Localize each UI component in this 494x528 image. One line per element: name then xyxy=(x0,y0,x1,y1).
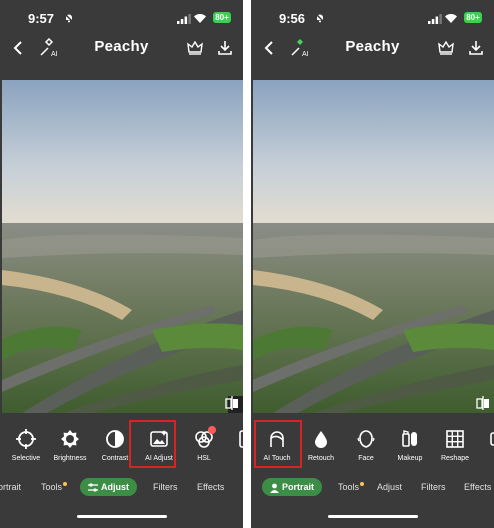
tool-partial[interactable] xyxy=(475,425,494,469)
curves-icon xyxy=(239,430,243,448)
status-time: 9:57 xyxy=(28,11,55,26)
new-badge xyxy=(208,426,216,434)
tab-effects[interactable]: Effects xyxy=(464,482,491,492)
tab-adjust[interactable]: Adjust xyxy=(377,482,402,492)
tab-label: Adjust xyxy=(101,482,129,492)
person-icon xyxy=(270,483,279,493)
tool-label: Selective xyxy=(11,455,41,462)
contrast-icon xyxy=(106,430,124,448)
phone-screen-left: 9:57 80+ AI Peachy Selective Brightness … xyxy=(0,0,243,528)
bottom-tabs: Portrait Tools Adjust Filters Effects xyxy=(251,478,494,502)
crown-icon[interactable] xyxy=(187,41,203,55)
bell-off-icon xyxy=(64,13,74,23)
tool-face[interactable]: Face xyxy=(342,425,390,469)
tool-retouch[interactable]: Retouch xyxy=(297,425,345,469)
brightness-icon xyxy=(61,430,79,448)
reshape-icon xyxy=(446,430,464,448)
tool-row: Selective Brightness Contrast AI Adjust … xyxy=(0,425,243,469)
tool-makeup[interactable]: Makeup xyxy=(386,425,434,469)
tool-curves[interactable]: Cu xyxy=(224,425,243,469)
download-icon[interactable] xyxy=(217,40,233,56)
retouch-icon xyxy=(315,431,327,448)
tab-adjust[interactable]: Adjust xyxy=(80,478,137,496)
tab-filters[interactable]: Filters xyxy=(421,482,446,492)
battery-icon: 80+ xyxy=(213,12,231,23)
tab-filters[interactable]: Filters xyxy=(153,482,178,492)
sliders-icon xyxy=(88,483,98,492)
tab-tools[interactable]: Tools xyxy=(338,482,365,492)
face-icon xyxy=(357,430,375,448)
photo-canvas[interactable] xyxy=(253,80,494,413)
tab-label: Portrait xyxy=(282,482,315,492)
battery-icon: 80+ xyxy=(464,12,482,23)
compare-icon[interactable] xyxy=(225,396,239,410)
signal-icon xyxy=(428,14,442,24)
aerial-photo xyxy=(2,80,243,413)
notification-dot xyxy=(63,482,68,486)
tool-label: Cu xyxy=(224,455,243,462)
wifi-icon xyxy=(194,14,206,23)
status-bar: 9:56 80+ xyxy=(251,0,494,36)
compare-icon[interactable] xyxy=(476,396,490,410)
photo-canvas[interactable] xyxy=(2,80,243,413)
tool-label: Brightness xyxy=(53,455,87,462)
tool-label: HSL xyxy=(197,455,211,462)
highlight-box xyxy=(254,420,302,468)
tab-label: Tools xyxy=(338,482,360,492)
tool-label: Makeup xyxy=(397,455,423,462)
signal-icon xyxy=(177,14,191,24)
selective-icon xyxy=(16,429,36,449)
aerial-photo xyxy=(253,80,494,413)
top-bar: AI Peachy xyxy=(251,36,494,60)
bottom-tabs: ortrait Tools Adjust Filters Effects xyxy=(0,478,243,502)
makeup-icon xyxy=(402,430,417,447)
tool-label: Retouch xyxy=(307,455,335,462)
notification-dot xyxy=(360,482,365,486)
tool-brightness[interactable]: Brightness xyxy=(46,425,94,469)
status-bar: 9:57 80+ xyxy=(0,0,243,36)
crown-icon[interactable] xyxy=(438,41,454,55)
tab-portrait[interactable]: Portrait xyxy=(262,478,323,496)
phone-screen-right: 9:56 80+ AI Peachy AI Touch Retouch Face… xyxy=(251,0,494,528)
home-indicator xyxy=(76,515,167,518)
home-indicator xyxy=(327,515,418,518)
tab-label: Tools xyxy=(41,482,63,492)
app-title: Peachy xyxy=(345,38,400,55)
partial-tool-icon xyxy=(490,432,494,446)
tool-reshape[interactable]: Reshape xyxy=(431,425,479,469)
app-title: Peachy xyxy=(94,38,149,55)
tool-hsl[interactable]: HSL xyxy=(180,425,228,469)
tab-effects[interactable]: Effects xyxy=(197,482,224,492)
highlight-box xyxy=(129,420,176,468)
download-icon[interactable] xyxy=(468,40,484,56)
tab-portrait[interactable]: ortrait xyxy=(0,482,21,492)
top-bar: AI Peachy xyxy=(0,36,243,60)
bell-off-icon xyxy=(315,13,325,23)
tool-selective[interactable]: Selective xyxy=(2,425,50,469)
wifi-icon xyxy=(445,14,457,23)
tool-label: Face xyxy=(358,455,374,462)
tool-label: Reshape xyxy=(440,455,470,462)
status-time: 9:56 xyxy=(279,11,306,26)
tab-tools[interactable]: Tools xyxy=(41,482,68,492)
